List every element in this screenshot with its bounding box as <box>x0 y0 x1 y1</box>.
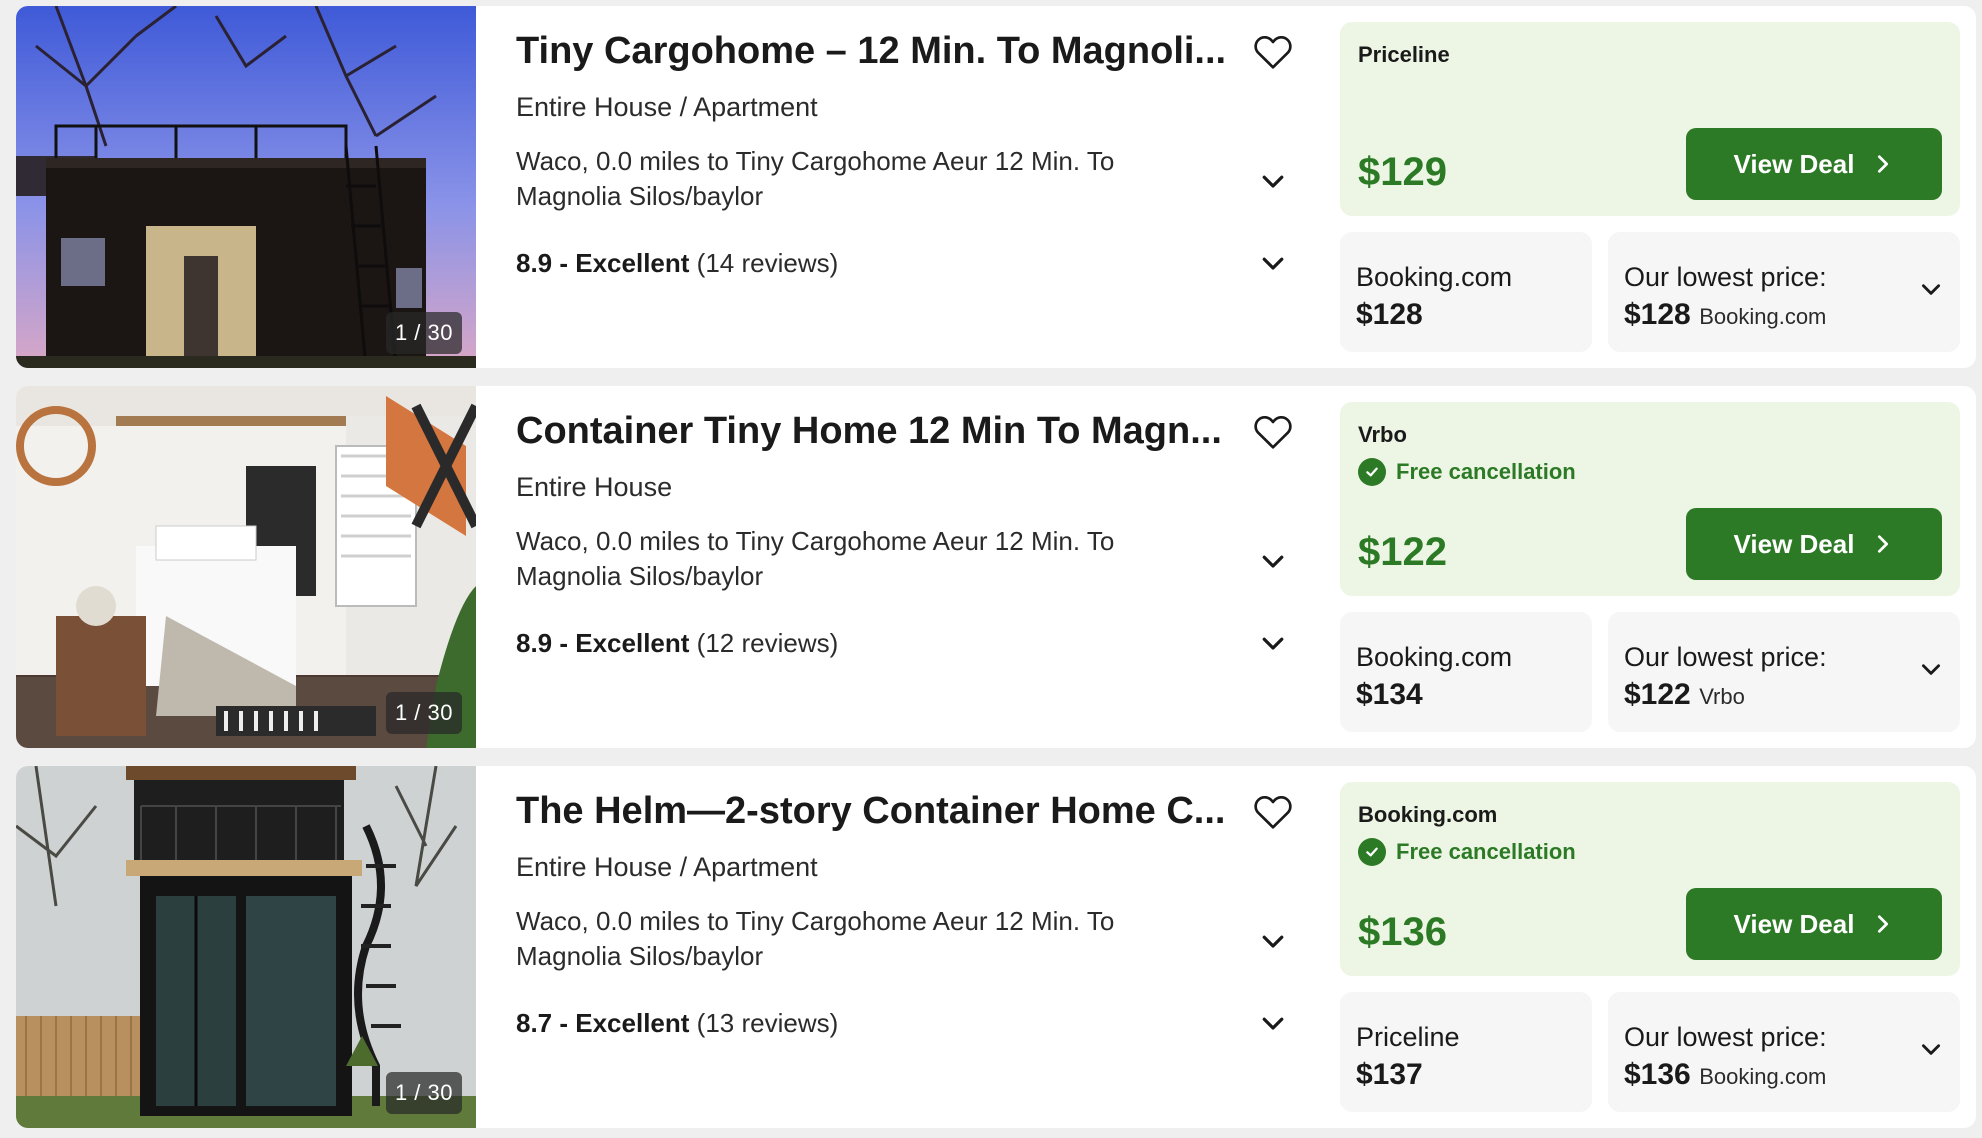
chevron-down-icon <box>1922 1044 1940 1055</box>
chevron-down-icon <box>1922 664 1940 675</box>
chevron-right-icon <box>1878 535 1889 553</box>
lowest-price-dropdown[interactable]: Our lowest price: $136 Booking.com <box>1608 992 1960 1112</box>
location-text: Waco, 0.0 miles to Tiny Cargohome Aeur 1… <box>516 906 1115 971</box>
free-cancellation-label: Free cancellation <box>1396 459 1576 484</box>
deal-price: $136 <box>1358 910 1447 954</box>
location-text: Waco, 0.0 miles to Tiny Cargohome Aeur 1… <box>516 526 1115 591</box>
check-circle-icon <box>1358 458 1386 486</box>
lowest-price-label: Our lowest price: <box>1624 262 1827 292</box>
lowest-price-value: $136 <box>1624 1058 1691 1091</box>
chevron-down-icon[interactable] <box>1258 546 1288 576</box>
chevron-down-icon[interactable] <box>1258 628 1288 658</box>
property-type: Entire House / Apartment <box>516 92 818 122</box>
photo-counter: 1 / 30 <box>385 312 462 354</box>
chevron-down-icon <box>1922 284 1940 295</box>
rating-score: 8.9 - Excellent <box>516 628 690 658</box>
heart-outline-icon[interactable] <box>1250 788 1296 834</box>
property-type: Entire House / Apartment <box>516 852 818 882</box>
lowest-price-provider: Booking.com <box>1699 304 1827 329</box>
listing-card[interactable]: 1 / 30 Tiny Cargohome – 12 Min. To Magno… <box>16 6 1976 368</box>
lowest-price-provider: Vrbo <box>1699 684 1745 709</box>
lowest-price-provider: Booking.com <box>1699 1064 1827 1089</box>
chevron-right-icon <box>1878 915 1889 933</box>
featured-deal: Vrbo Free cancellation $122 View Deal <box>1340 402 1960 596</box>
view-deal-button[interactable]: View Deal <box>1686 888 1942 960</box>
view-deal-label: View Deal <box>1733 528 1855 559</box>
listing-photo[interactable]: 1 / 30 <box>16 766 476 1128</box>
alt-provider: Booking.com <box>1356 262 1513 292</box>
view-deal-label: View Deal <box>1733 908 1855 939</box>
lowest-price-dropdown[interactable]: Our lowest price: $128 Booking.com <box>1608 232 1960 352</box>
check-circle-icon <box>1358 838 1386 866</box>
chevron-right-icon <box>1878 155 1889 173</box>
chevron-down-icon[interactable] <box>1258 926 1288 956</box>
view-deal-button[interactable]: View Deal <box>1686 508 1942 580</box>
alt-price: $134 <box>1356 678 1423 711</box>
rating-score: 8.9 - Excellent <box>516 248 690 278</box>
rating: 8.9 - Excellent (12 reviews) <box>516 628 838 659</box>
listing-info: Container Tiny Home 12 Min To Magn... En… <box>500 386 1320 748</box>
free-cancellation-label: Free cancellation <box>1396 839 1576 864</box>
deal-provider: Vrbo <box>1358 422 1407 447</box>
heart-outline-icon[interactable] <box>1250 408 1296 454</box>
listing-photo[interactable]: 1 / 30 <box>16 386 476 748</box>
deal-provider: Priceline <box>1358 42 1450 67</box>
listing-card[interactable]: 1 / 30 The Helm—2-story Container Home C… <box>16 766 1976 1128</box>
listing-title[interactable]: Container Tiny Home 12 Min To Magn... <box>516 410 1236 453</box>
listing-title[interactable]: Tiny Cargohome – 12 Min. To Magnoli... <box>516 30 1236 73</box>
view-deal-button[interactable]: View Deal <box>1686 128 1942 200</box>
alt-provider: Booking.com <box>1356 642 1513 672</box>
view-deal-label: View Deal <box>1733 148 1855 179</box>
chevron-down-icon[interactable] <box>1258 248 1288 278</box>
featured-deal: Booking.com Free cancellation $136 View … <box>1340 782 1960 976</box>
rating-score: 8.7 - Excellent <box>516 1008 690 1038</box>
alt-provider: Priceline <box>1356 1022 1460 1052</box>
lowest-price-label: Our lowest price: <box>1624 1022 1827 1052</box>
lowest-price-label: Our lowest price: <box>1624 642 1827 672</box>
listing-title[interactable]: The Helm—2-story Container Home C... <box>516 790 1236 833</box>
listing-info: The Helm—2-story Container Home C... Ent… <box>500 766 1320 1128</box>
chevron-down-icon[interactable] <box>1258 1008 1288 1038</box>
listing-photo[interactable]: 1 / 30 <box>16 6 476 368</box>
listing-card[interactable]: 1 / 30 Container Tiny Home 12 Min To Mag… <box>16 386 1976 748</box>
rating: 8.9 - Excellent (14 reviews) <box>516 248 838 279</box>
photo-counter: 1 / 30 <box>385 692 462 734</box>
rating: 8.7 - Excellent (13 reviews) <box>516 1008 838 1039</box>
deal-provider: Booking.com <box>1358 802 1498 827</box>
rating-reviews: (12 reviews) <box>696 628 839 658</box>
listing-info: Tiny Cargohome – 12 Min. To Magnoli... E… <box>500 6 1320 368</box>
free-cancellation: Free cancellation <box>1358 838 1576 866</box>
rating-reviews: (14 reviews) <box>696 248 839 278</box>
property-type: Entire House <box>516 472 673 502</box>
alternate-price[interactable]: Booking.com $128 <box>1340 232 1592 352</box>
free-cancellation: Free cancellation <box>1358 458 1576 486</box>
featured-deal: Priceline $129 View Deal <box>1340 22 1960 216</box>
alternate-price[interactable]: Priceline $137 <box>1340 992 1592 1112</box>
deal-price: $129 <box>1358 150 1447 194</box>
alt-price: $128 <box>1356 298 1423 331</box>
lowest-price-dropdown[interactable]: Our lowest price: $122 Vrbo <box>1608 612 1960 732</box>
lowest-price-value: $122 <box>1624 678 1691 711</box>
location-text: Waco, 0.0 miles to Tiny Cargohome Aeur 1… <box>516 146 1115 211</box>
rating-reviews: (13 reviews) <box>696 1008 839 1038</box>
chevron-down-icon[interactable] <box>1258 166 1288 196</box>
alternate-price[interactable]: Booking.com $134 <box>1340 612 1592 732</box>
alt-price: $137 <box>1356 1058 1423 1091</box>
photo-counter: 1 / 30 <box>385 1072 462 1114</box>
lowest-price-value: $128 <box>1624 298 1691 331</box>
deal-price: $122 <box>1358 530 1447 574</box>
heart-outline-icon[interactable] <box>1250 28 1296 74</box>
